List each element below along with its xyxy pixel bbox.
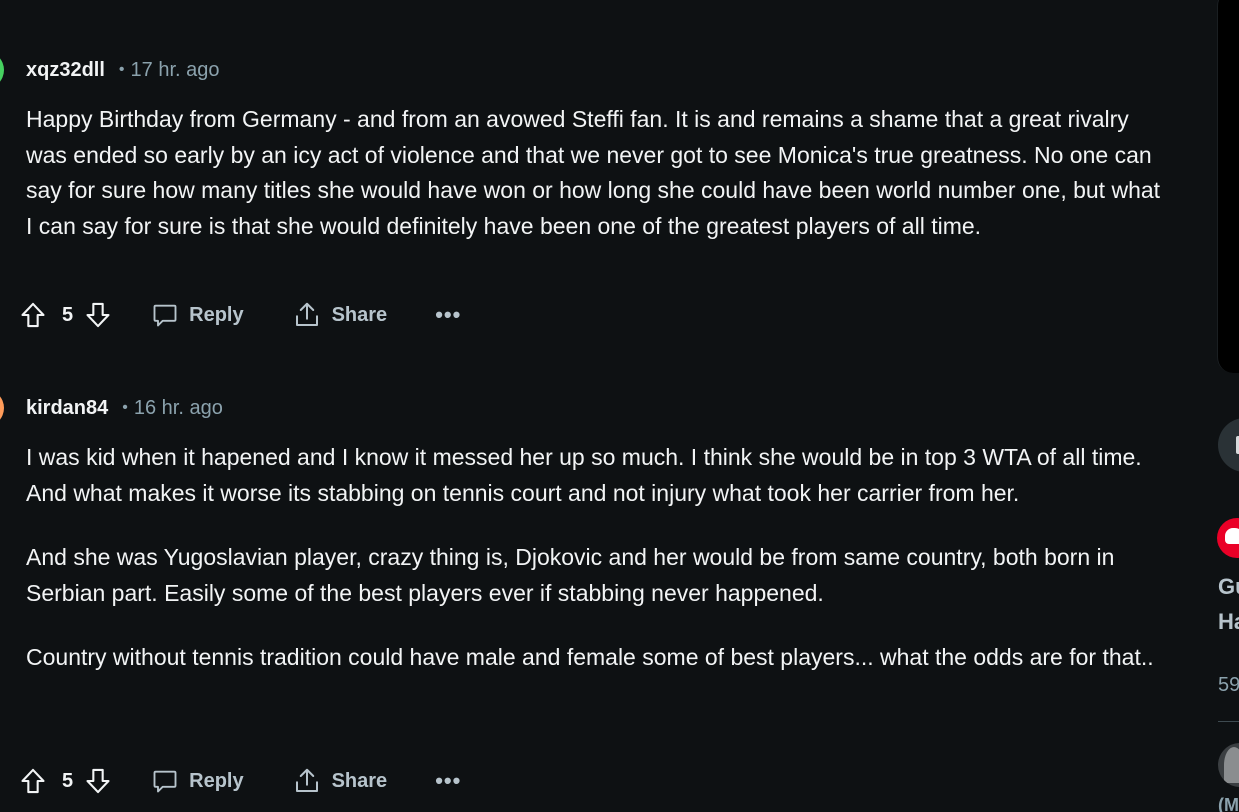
comment-meta: xqz32dll • 17 hr. ago	[26, 58, 220, 82]
reply-button[interactable]: Reply	[151, 301, 244, 329]
comment-body: Happy Birthday from Germany - and from a…	[26, 102, 1166, 244]
sidebar-icon-button[interactable]	[1218, 418, 1239, 472]
meta-separator: •	[122, 399, 128, 416]
downvote-button[interactable]	[83, 766, 113, 796]
arrow-up-icon	[21, 302, 45, 328]
comment-body: I was kid when it hapened and I know it …	[26, 440, 1166, 676]
share-button[interactable]: Share	[292, 300, 388, 330]
community-avatar-icon[interactable]	[1217, 518, 1239, 558]
comment-paragraph: I was kid when it hapened and I know it …	[26, 444, 1142, 506]
comment-meta: kirdan84 • 16 hr. ago	[26, 396, 223, 420]
vote-score: 5	[62, 769, 74, 792]
comments-page: xqz32dll • 17 hr. ago Happy Birthday fro…	[0, 0, 1239, 812]
share-button[interactable]: Share	[292, 766, 388, 796]
speech-bubble-icon	[153, 304, 177, 327]
reply-label: Reply	[189, 769, 244, 792]
portrait-icon	[1224, 747, 1239, 783]
share-label: Share	[331, 303, 388, 326]
sidebar-post-title-line[interactable]: (M	[1218, 795, 1239, 812]
share-label: Share	[331, 769, 388, 792]
reply-label: Reply	[189, 303, 244, 326]
comment-timestamp[interactable]: 17 hr. ago	[131, 59, 220, 82]
more-options-button[interactable]: •••	[435, 768, 461, 794]
comment-paragraph: Happy Birthday from Germany - and from a…	[26, 106, 1161, 239]
comment-author[interactable]: kirdan84	[26, 397, 108, 420]
share-upload-icon	[295, 302, 318, 326]
upvote-button[interactable]	[18, 300, 48, 330]
sidebar-panel	[1217, 0, 1239, 373]
mascot-icon	[1225, 528, 1239, 544]
vote-score: 5	[62, 303, 74, 326]
comment-actions: 5 Reply Share •••	[18, 763, 461, 799]
speech-bubble-icon	[153, 770, 177, 793]
reply-button[interactable]: Reply	[151, 767, 244, 795]
arrow-down-icon	[86, 768, 110, 794]
sidebar-post-title-line[interactable]: Gu	[1218, 574, 1239, 600]
sidebar-thumbnail[interactable]	[1218, 743, 1239, 787]
sidebar-post-count: 59	[1218, 674, 1239, 696]
avatar[interactable]	[0, 389, 4, 427]
comment-paragraph: And she was Yugoslavian player, crazy th…	[26, 544, 1115, 606]
upvote-button[interactable]	[18, 766, 48, 796]
sidebar-divider	[1218, 721, 1239, 722]
comment-timestamp[interactable]: 16 hr. ago	[134, 397, 223, 420]
more-options-button[interactable]: •••	[435, 302, 461, 328]
share-upload-icon	[295, 768, 318, 792]
comment-actions: 5 Reply Share •••	[18, 297, 461, 333]
arrow-up-icon	[21, 768, 45, 794]
comment-author[interactable]: xqz32dll	[26, 59, 105, 82]
sidebar-post-title-line[interactable]: Ha	[1218, 609, 1239, 635]
downvote-button[interactable]	[83, 300, 113, 330]
meta-separator: •	[118, 61, 125, 78]
avatar[interactable]	[0, 51, 4, 89]
arrow-down-icon	[86, 302, 110, 328]
comment-paragraph: Country without tennis tradition could h…	[26, 644, 1154, 670]
